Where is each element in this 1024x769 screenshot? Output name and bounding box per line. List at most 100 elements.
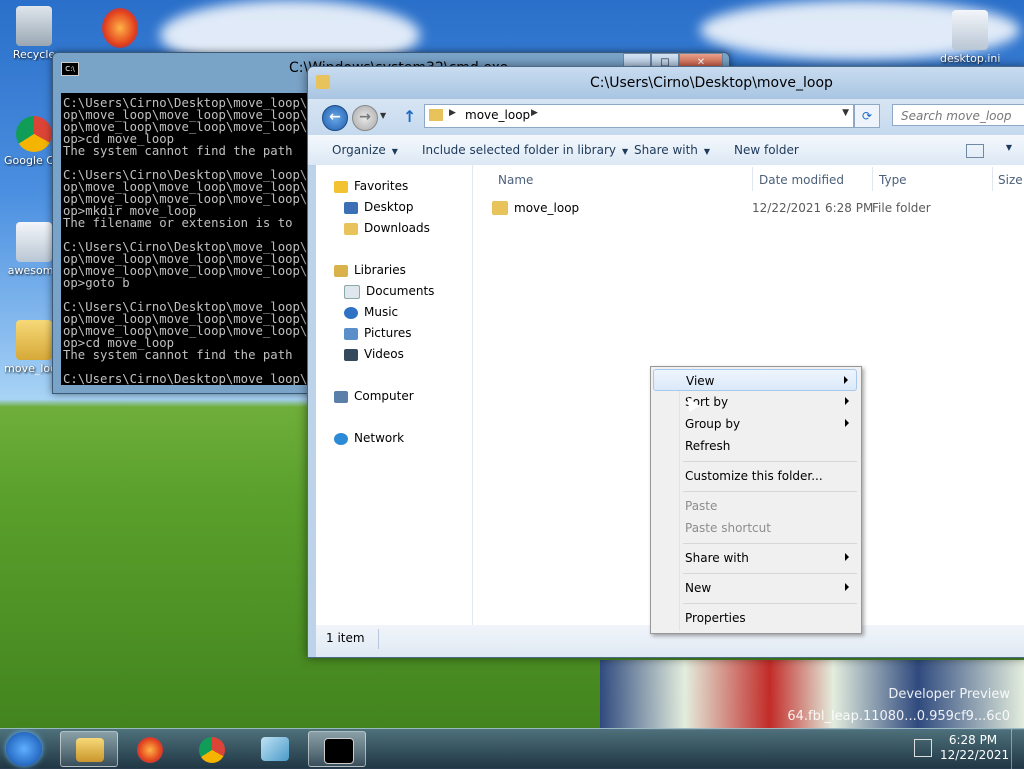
context-menu[interactable]: View Sort by Group by Refresh Customize … [650, 366, 862, 634]
include-in-library-button[interactable]: Include selected folder in library ▼ [422, 143, 628, 157]
menu-item-properties[interactable]: Properties [653, 607, 857, 629]
menu-label: View [686, 374, 715, 388]
action-center-icon[interactable] [914, 739, 932, 757]
back-button[interactable]: ← [322, 105, 348, 131]
taskbar-explorer-button[interactable] [60, 731, 118, 767]
menu-separator [683, 603, 857, 604]
recycle-bin-icon [16, 6, 52, 46]
command-bar: Organize ▼ Include selected folder in lib… [308, 135, 1024, 166]
desktop-icon-desktop-ini[interactable]: desktop.ini [940, 10, 1000, 65]
menu-label: Refresh [685, 439, 731, 453]
column-header-size[interactable]: Size [998, 173, 1023, 187]
nav-label: Downloads [364, 221, 430, 235]
address-bar[interactable]: ▶ move_loop ▶ ▼ [424, 104, 854, 128]
breadcrumb-arrow-icon[interactable]: ▶ [449, 108, 456, 118]
nav-downloads[interactable]: Downloads [344, 221, 430, 235]
chevron-down-icon[interactable]: ▼ [1006, 143, 1012, 152]
recent-pages-dropdown[interactable]: ▼ [380, 111, 386, 120]
menu-separator [683, 461, 857, 462]
column-header-name[interactable]: Name [498, 173, 533, 187]
taskbar: 6:28 PM 12/22/2021 [0, 728, 1024, 769]
column-divider[interactable] [752, 167, 753, 191]
nav-computer[interactable]: Computer [334, 389, 414, 403]
taskbar-app-button[interactable] [246, 731, 304, 767]
documents-icon [344, 284, 360, 299]
taskbar-cmd-button[interactable] [308, 731, 366, 767]
file-type: File folder [872, 201, 931, 215]
chevron-down-icon[interactable]: ▼ [842, 108, 849, 118]
explorer-titlebar[interactable]: C:\Users\Cirno\Desktop\move_loop [308, 67, 1024, 99]
submenu-arrow-icon [845, 397, 849, 405]
firefox-icon [102, 8, 138, 48]
column-header-date[interactable]: Date modified [759, 173, 844, 187]
menu-separator [683, 573, 857, 574]
file-row[interactable]: move_loop 12/22/2021 6:28 PM File folder [486, 199, 1024, 219]
show-desktop-button[interactable] [1011, 729, 1024, 769]
menu-item-paste-shortcut: Paste shortcut [653, 517, 857, 539]
submenu-arrow-icon [844, 376, 848, 384]
folder-icon [316, 75, 330, 89]
taskbar-chrome-button[interactable] [184, 731, 242, 767]
chevron-down-icon: ▼ [703, 147, 711, 156]
nav-videos[interactable]: Videos [344, 347, 404, 361]
share-label: Share with [634, 143, 698, 157]
column-divider[interactable] [872, 167, 873, 191]
computer-icon [334, 390, 348, 403]
view-options-icon[interactable] [966, 144, 984, 158]
network-icon [334, 432, 348, 445]
nav-label: Videos [364, 347, 404, 361]
star-icon [334, 180, 348, 193]
menu-item-share-with[interactable]: Share with [653, 547, 857, 569]
clock[interactable]: 6:28 PM 12/22/2021 [940, 733, 1009, 763]
settings-file-icon [16, 222, 52, 262]
settings-file-icon [952, 10, 988, 50]
up-arrow-icon[interactable]: ↑ [403, 107, 416, 126]
clock-time: 6:28 PM [948, 733, 998, 747]
start-button[interactable] [6, 732, 42, 766]
nav-network[interactable]: Network [334, 431, 404, 445]
folder-icon [16, 320, 52, 360]
menu-item-new[interactable]: New [653, 577, 857, 599]
nav-music[interactable]: Music [344, 305, 398, 319]
nav-label: Music [364, 305, 399, 319]
organize-button[interactable]: Organize ▼ [332, 143, 398, 157]
nav-libraries[interactable]: Libraries [334, 263, 406, 277]
search-input[interactable]: Search move_loop [892, 104, 1024, 126]
watermark-line1: Developer Preview [888, 687, 1010, 702]
refresh-button[interactable]: ⟳ [854, 104, 880, 128]
breadcrumb-segment[interactable]: move_loop [465, 108, 530, 122]
nav-desktop[interactable]: Desktop [344, 200, 414, 214]
column-header-type[interactable]: Type [879, 173, 907, 187]
taskbar-firefox-button[interactable] [122, 731, 180, 767]
libraries-icon [334, 264, 348, 277]
nav-documents[interactable]: Documents [344, 284, 434, 299]
item-count: 1 item [326, 631, 365, 645]
organize-label: Organize [332, 143, 386, 157]
file-name: move_loop [514, 201, 580, 215]
console-icon: C:\ [61, 62, 79, 76]
chrome-icon [16, 116, 52, 152]
menu-separator [683, 491, 857, 492]
nav-label: Pictures [364, 326, 412, 340]
menu-item-refresh[interactable]: Refresh [653, 435, 857, 457]
share-with-button[interactable]: Share with ▼ [634, 143, 710, 157]
nav-pictures[interactable]: Pictures [344, 326, 412, 340]
nav-label: Network [354, 431, 405, 445]
menu-item-customize[interactable]: Customize this folder... [653, 465, 857, 487]
forward-button[interactable]: → [352, 105, 378, 131]
menu-item-view[interactable]: View [653, 369, 857, 391]
notepad-icon [261, 737, 289, 761]
menu-item-group-by[interactable]: Group by [653, 413, 857, 435]
column-divider[interactable] [992, 167, 993, 191]
desktop-icon-label: desktop.ini [940, 52, 1000, 65]
new-folder-button[interactable]: New folder [734, 143, 799, 157]
explorer-title: C:\Users\Cirno\Desktop\move_loop [590, 75, 833, 91]
nav-favorites[interactable]: Favorites [334, 179, 408, 193]
menu-label: Customize this folder... [685, 469, 823, 483]
developer-watermark: Developer Preview 64.fbl_leap.11080...0.… [787, 684, 1010, 728]
menu-separator [683, 543, 857, 544]
status-divider [378, 629, 379, 649]
desktop-icon-firefox[interactable] [90, 8, 150, 50]
address-bar-area: ← → ▼ ↑ ▶ move_loop ▶ ▼ ⟳ Search move_lo… [308, 99, 1024, 135]
breadcrumb-arrow-icon[interactable]: ▶ [531, 108, 538, 118]
